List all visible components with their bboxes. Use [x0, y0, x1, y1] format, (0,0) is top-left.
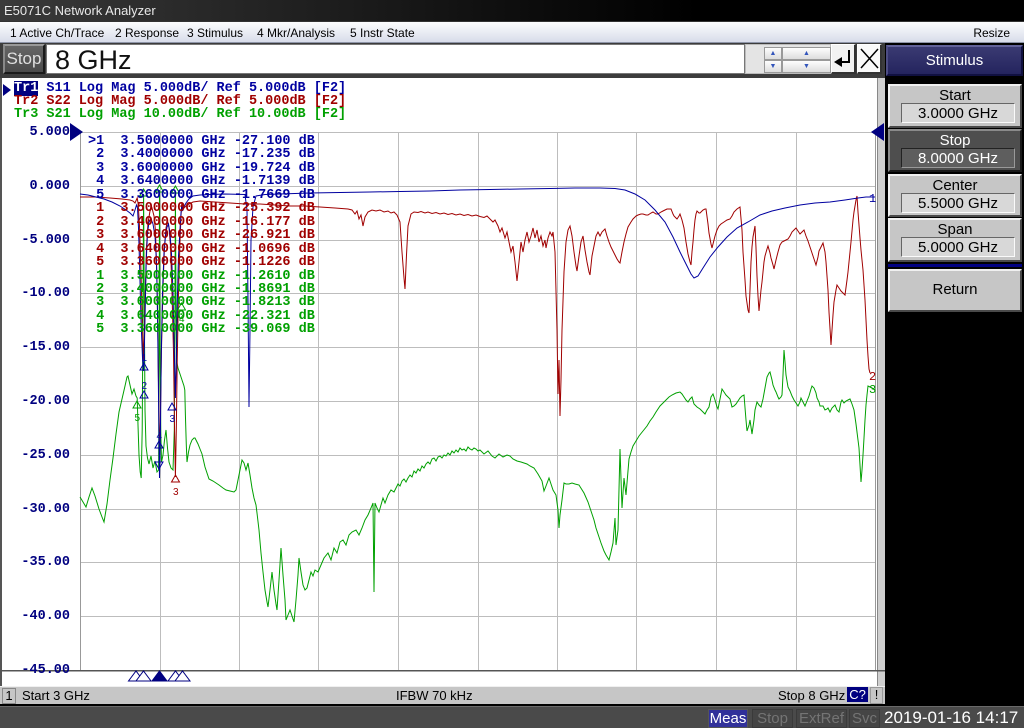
svg-text:2: 2 — [869, 370, 876, 384]
svg-text:1: 1 — [142, 353, 148, 364]
svg-text:3: 3 — [173, 487, 179, 498]
svg-text:3: 3 — [170, 414, 176, 425]
svg-text:4: 4 — [157, 431, 163, 442]
svg-text:1: 1 — [869, 192, 876, 206]
svg-text:2: 2 — [142, 381, 148, 392]
svg-text:3: 3 — [869, 383, 876, 397]
svg-text:5: 5 — [135, 413, 141, 424]
